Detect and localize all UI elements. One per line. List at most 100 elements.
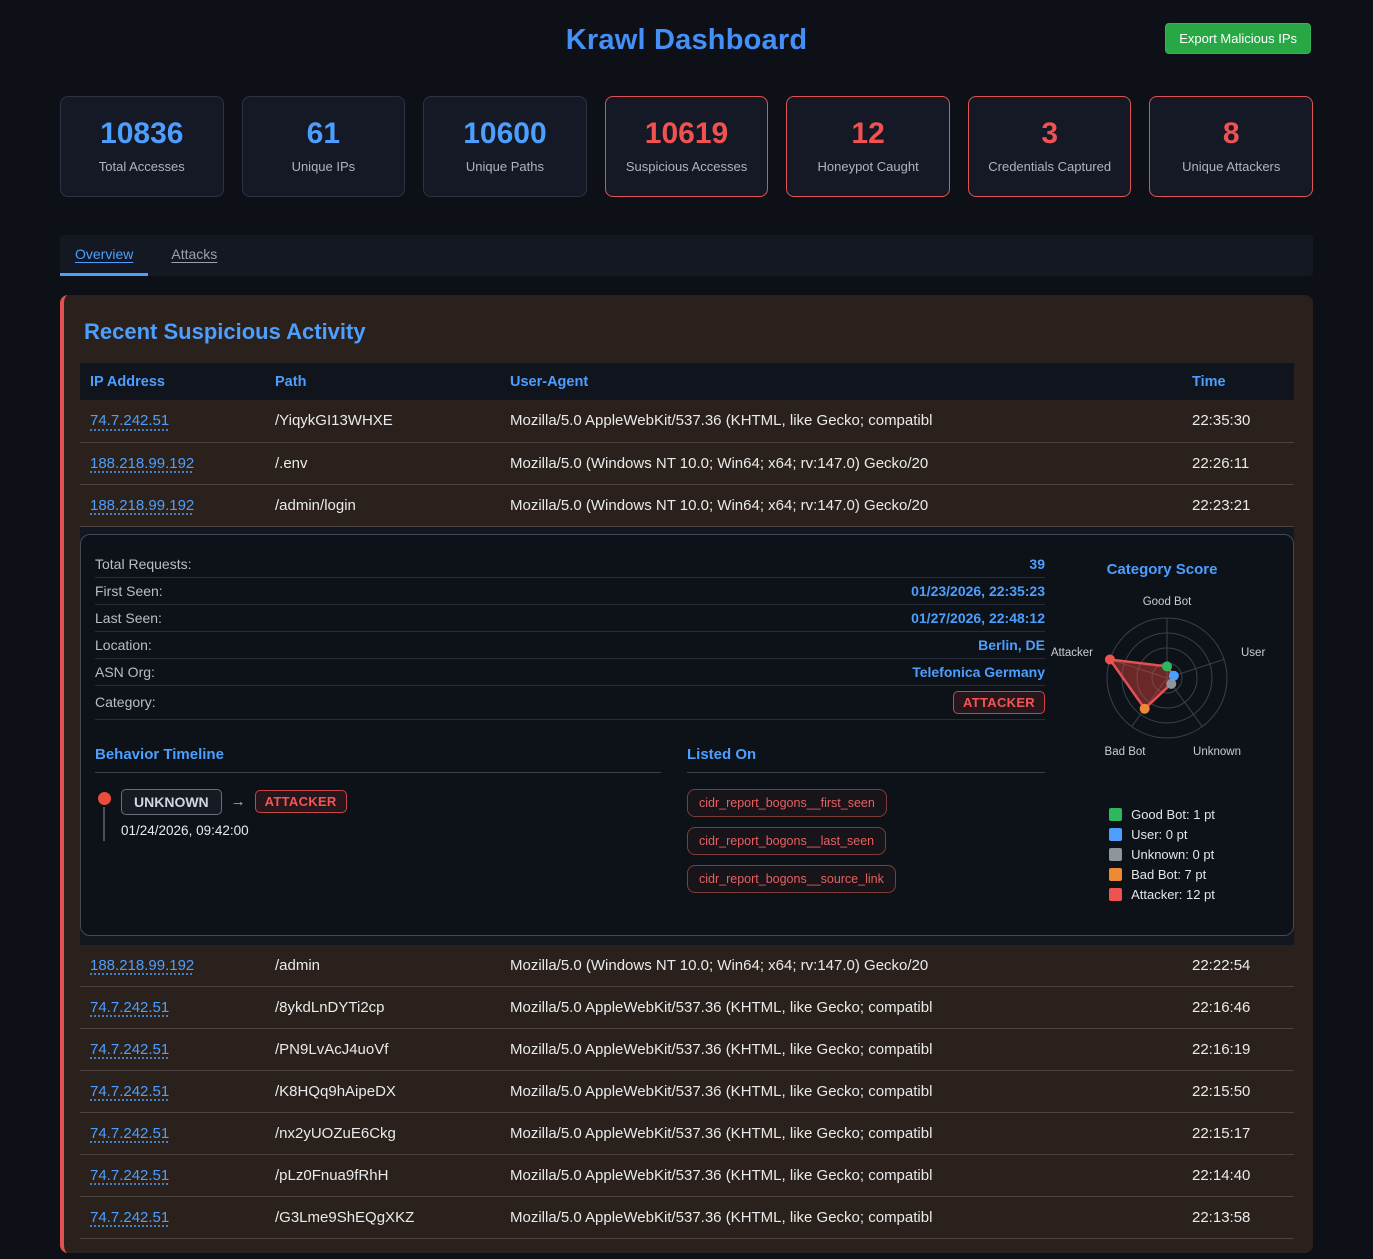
stat-label: Suspicious Accesses <box>626 159 747 174</box>
stat-card-suspicious-accesses: 10619Suspicious Accesses <box>605 96 769 197</box>
field-label: First Seen: <box>95 583 163 599</box>
time-cell: 22:23:21 <box>1182 484 1294 526</box>
stat-label: Unique Paths <box>466 159 544 174</box>
suspicious-activity-panel: Recent Suspicious Activity IP Address Pa… <box>60 295 1313 1253</box>
ip-link[interactable]: 74.7.242.51 <box>90 1083 169 1100</box>
detail-field-first-seen: First Seen:01/23/2026, 22:35:23 <box>95 578 1045 605</box>
radar-axis-label-unknown: Unknown <box>1193 746 1241 758</box>
ip-link[interactable]: 74.7.242.51 <box>90 999 169 1016</box>
legend-swatch-icon <box>1109 888 1122 901</box>
col-header-time: Time <box>1182 363 1294 400</box>
ip-link[interactable]: 74.7.242.51 <box>90 1167 169 1184</box>
ip-link[interactable]: 74.7.242.51 <box>90 1041 169 1058</box>
table-row[interactable]: 188.218.99.192/adminMozilla/5.0 (Windows… <box>80 945 1294 987</box>
legend-swatch-icon <box>1109 848 1122 861</box>
stat-card-unique-paths: 10600Unique Paths <box>423 96 587 197</box>
radar-point-good-bot <box>1162 661 1172 671</box>
legend-swatch-icon <box>1109 868 1122 881</box>
user-agent-cell: Mozilla/5.0 AppleWebKit/537.36 (KHTML, l… <box>500 987 1182 1029</box>
radar-point-attacker <box>1105 654 1115 664</box>
time-cell: 22:22:54 <box>1182 945 1294 987</box>
timeline-timestamp: 01/24/2026, 09:42:00 <box>121 823 347 838</box>
stat-card-unique-attackers: 8Unique Attackers <box>1149 96 1313 197</box>
category-badge-attacker: ATTACKER <box>953 691 1045 714</box>
timeline-line <box>103 807 105 841</box>
field-label: ASN Org: <box>95 664 155 680</box>
table-row[interactable]: 188.218.99.192/admin/loginMozilla/5.0 (W… <box>80 484 1294 526</box>
ip-cell: 74.7.242.51 <box>80 1113 265 1155</box>
export-malicious-ips-button[interactable]: Export Malicious IPs <box>1165 23 1311 54</box>
table-row[interactable]: 74.7.242.51/8ykdLnDYTi2cpMozilla/5.0 App… <box>80 987 1294 1029</box>
legend-item-attacker-12-pt: Attacker: 12 pt <box>1109 887 1215 902</box>
rows-below-detail: 188.218.99.192/adminMozilla/5.0 (Windows… <box>80 945 1294 1239</box>
table-row[interactable]: 74.7.242.51/nx2yUOZuE6CkgMozilla/5.0 App… <box>80 1113 1294 1155</box>
stat-value: 10836 <box>100 119 183 149</box>
panel-title: Recent Suspicious Activity <box>84 319 1294 345</box>
legend-item-user-0-pt: User: 0 pt <box>1109 827 1215 842</box>
divider <box>687 772 1045 773</box>
path-cell: /nx2yUOZuE6Ckg <box>265 1113 500 1155</box>
time-cell: 22:15:17 <box>1182 1113 1294 1155</box>
stat-label: Unique IPs <box>292 159 356 174</box>
ip-cell: 74.7.242.51 <box>80 1029 265 1071</box>
table-row[interactable]: 74.7.242.51/K8HQq9hAipeDXMozilla/5.0 App… <box>80 1071 1294 1113</box>
radar-axis-label-attacker: Attacker <box>1051 647 1093 659</box>
stats-row: 10836 Total Accesses 61 Unique IPs 10600Uniq… <box>60 96 1313 197</box>
ip-link[interactable]: 188.218.99.192 <box>90 957 194 974</box>
field-label: Category: <box>95 694 156 710</box>
ip-link[interactable]: 74.7.242.51 <box>90 1209 169 1226</box>
radar-axis-label-good-bot: Good Bot <box>1143 596 1192 608</box>
listed-badge-cidr-report-bogons-first-seen[interactable]: cidr_report_bogons__first_seen <box>687 789 887 817</box>
tab-label: Attacks <box>171 246 217 262</box>
radar-point-bad-bot <box>1140 703 1150 713</box>
ip-link[interactable]: 188.218.99.192 <box>90 455 194 472</box>
timeline-dot-icon <box>98 792 111 805</box>
divider <box>95 772 661 773</box>
stat-label: Credentials Captured <box>988 159 1111 174</box>
path-cell: /.env <box>265 442 500 484</box>
ip-link[interactable]: 188.218.99.192 <box>90 497 194 514</box>
user-agent-cell: Mozilla/5.0 AppleWebKit/537.36 (KHTML, l… <box>500 400 1182 442</box>
listed-on-title: Listed On <box>687 746 1045 763</box>
tab-overview[interactable]: Overview <box>60 235 148 276</box>
stat-label: Honeypot Caught <box>818 159 919 174</box>
detail-field-total-requests: Total Requests:39 <box>95 551 1045 578</box>
tab-attacks[interactable]: Attacks <box>156 235 232 276</box>
table-header: IP Address Path User-Agent Time <box>80 363 1294 400</box>
legend-label: Attacker: 12 pt <box>1131 887 1215 902</box>
radar-chart-svg: Good BotUserUnknownBad BotAttacker <box>1045 582 1279 770</box>
field-label: Location: <box>95 637 152 653</box>
stat-value: 12 <box>851 119 884 149</box>
ip-cell: 74.7.242.51 <box>80 1155 265 1197</box>
table-row[interactable]: 74.7.242.51/YiqykGI13WHXEMozilla/5.0 App… <box>80 400 1294 442</box>
category-badge-attacker: ATTACKER <box>255 790 347 813</box>
field-value: 39 <box>1029 556 1045 572</box>
detail-field-location: Location:Berlin, DE <box>95 632 1045 659</box>
listed-badge-cidr-report-bogons-source-link[interactable]: cidr_report_bogons__source_link <box>687 865 896 893</box>
time-cell: 22:35:30 <box>1182 400 1294 442</box>
stat-card-unique-ips: 61 Unique IPs <box>242 96 406 197</box>
ip-link[interactable]: 74.7.242.51 <box>90 412 169 429</box>
ip-link[interactable]: 74.7.242.51 <box>90 1125 169 1142</box>
stat-label: Total Accesses <box>99 159 185 174</box>
user-agent-cell: Mozilla/5.0 (Windows NT 10.0; Win64; x64… <box>500 484 1182 526</box>
user-agent-cell: Mozilla/5.0 AppleWebKit/537.36 (KHTML, l… <box>500 1029 1182 1071</box>
col-header-ip: IP Address <box>80 363 265 400</box>
table-row[interactable]: 74.7.242.51/pLz0Fnua9fRhHMozilla/5.0 App… <box>80 1155 1294 1197</box>
time-cell: 22:13:58 <box>1182 1197 1294 1239</box>
radar-point-unknown <box>1166 678 1176 688</box>
listed-badge-cidr-report-bogons-last-seen[interactable]: cidr_report_bogons__last_seen <box>687 827 886 855</box>
detail-field-asn-org: ASN Org:Telefonica Germany <box>95 659 1045 686</box>
ip-cell: 74.7.242.51 <box>80 987 265 1029</box>
table-row[interactable]: 74.7.242.51/PN9LvAcJ4uoVfMozilla/5.0 App… <box>80 1029 1294 1071</box>
legend-swatch-icon <box>1109 808 1122 821</box>
table-row[interactable]: 188.218.99.192/.envMozilla/5.0 (Windows … <box>80 442 1294 484</box>
radar-axis-label-user: User <box>1241 647 1265 659</box>
ip-cell: 188.218.99.192 <box>80 442 265 484</box>
detail-field-category: Category: ATTACKER <box>95 686 1045 720</box>
time-cell: 22:15:50 <box>1182 1071 1294 1113</box>
ip-cell: 74.7.242.51 <box>80 1071 265 1113</box>
table-row[interactable]: 74.7.242.51/G3Lme9ShEQgXKZMozilla/5.0 Ap… <box>80 1197 1294 1239</box>
stat-value: 61 <box>307 119 340 149</box>
behavior-timeline-title: Behavior Timeline <box>95 746 661 763</box>
